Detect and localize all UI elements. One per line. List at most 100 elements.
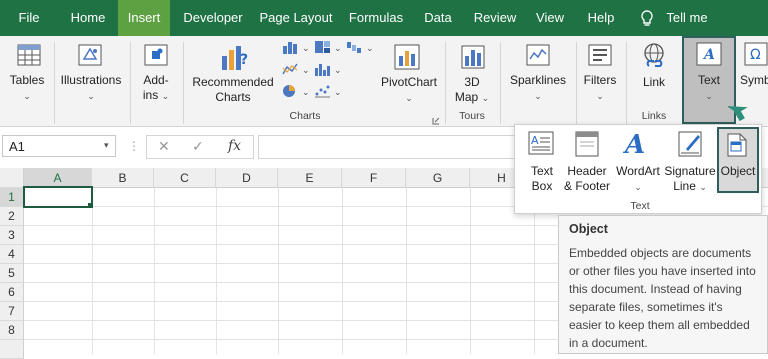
signature-line-button[interactable]: Signature Line ⌄: [662, 164, 718, 195]
separator: [576, 42, 577, 124]
table-icon: [17, 44, 41, 71]
name-box-dropdown-icon[interactable]: ▾: [104, 140, 109, 151]
svg-text:⌄: ⌄: [302, 43, 310, 53]
tooltip-title: Object: [569, 222, 608, 236]
grid-line: [92, 188, 93, 354]
tab-developer[interactable]: Developer: [178, 0, 248, 36]
text-box-icon: A: [528, 131, 554, 160]
wordart-button[interactable]: WordArt ⌄: [614, 164, 662, 195]
tab-formulas[interactable]: Formulas: [342, 0, 410, 36]
row-header-3[interactable]: 3: [0, 226, 24, 245]
separator: [500, 42, 501, 124]
header-footer-button[interactable]: Header & Footer: [562, 164, 612, 194]
tables-button[interactable]: Tables ⌄: [4, 73, 50, 104]
grid-line: [342, 188, 343, 354]
tab-review[interactable]: Review: [470, 0, 520, 36]
text-box-button[interactable]: Text Box: [520, 164, 564, 194]
grid-line: [154, 188, 155, 354]
formula-input[interactable]: [258, 135, 520, 159]
tab-insert[interactable]: Insert: [118, 0, 170, 36]
row-header-7[interactable]: 7: [0, 302, 24, 321]
column-chart-icon[interactable]: ⌄: [282, 40, 312, 59]
text-group-label: Text: [630, 200, 650, 212]
grid-line: [278, 188, 279, 354]
lightbulb-icon: [640, 10, 654, 33]
column-header-e[interactable]: E: [278, 168, 342, 188]
tab-data[interactable]: Data: [418, 0, 458, 36]
header-footer-icon: [575, 131, 599, 162]
column-header-f[interactable]: F: [342, 168, 406, 188]
separator: [130, 42, 131, 124]
charts-group-label: Charts: [289, 110, 321, 122]
active-cell-a1[interactable]: [23, 186, 93, 208]
row-header-4[interactable]: 4: [0, 245, 24, 264]
pie-chart-icon[interactable]: ⌄: [282, 84, 312, 103]
tab-home[interactable]: Home: [64, 0, 112, 36]
dialog-launcher-icon[interactable]: [432, 112, 440, 130]
grid-line: [470, 188, 471, 354]
svg-text:A: A: [623, 130, 645, 157]
row-header-8[interactable]: 8: [0, 321, 24, 340]
object-icon: [726, 133, 748, 162]
column-header-a[interactable]: A: [24, 168, 92, 188]
links-group-label: Links: [641, 110, 667, 122]
add-ins-button[interactable]: Add-ins ⌄: [136, 73, 176, 104]
svg-text:⌄: ⌄: [302, 87, 310, 97]
svg-text:⌄: ⌄: [334, 65, 342, 75]
fill-handle[interactable]: [88, 203, 93, 208]
globe-map-icon: [460, 44, 486, 75]
object-tooltip: Object Embedded objects are documents or…: [558, 215, 768, 354]
name-box[interactable]: A1: [2, 135, 116, 157]
illustrations-button[interactable]: Illustrations ⌄: [58, 73, 124, 104]
svg-text:Ω: Ω: [750, 47, 761, 63]
hierarchy-chart-icon[interactable]: ⌄: [314, 40, 344, 59]
scatter-chart-icon[interactable]: ⌄: [314, 84, 344, 103]
column-header-b[interactable]: B: [92, 168, 154, 188]
row-header-9: [0, 340, 24, 359]
tab-file[interactable]: File: [8, 0, 50, 36]
waterfall-chart-icon[interactable]: ⌄: [346, 40, 376, 59]
pointer-arrow-icon: [726, 98, 750, 127]
tab-view[interactable]: View: [532, 0, 568, 36]
filters-button[interactable]: Filters ⌄: [580, 73, 620, 104]
separator: [54, 42, 55, 124]
pivotchart-button[interactable]: PivotChart ⌄: [378, 75, 440, 106]
tab-page-layout[interactable]: Page Layout: [258, 0, 334, 36]
recommended-charts-icon: ?: [220, 42, 250, 77]
add-ins-icon: [144, 44, 168, 71]
statistic-chart-icon[interactable]: ⌄: [314, 62, 344, 81]
row-header-5[interactable]: 5: [0, 264, 24, 283]
wordart-icon: A: [622, 129, 647, 162]
tab-help[interactable]: Help: [580, 0, 622, 36]
row-header-2[interactable]: 2: [0, 207, 24, 226]
column-header-d[interactable]: D: [216, 168, 278, 188]
select-all-corner[interactable]: [0, 168, 24, 188]
svg-text:⌄: ⌄: [302, 65, 310, 75]
separator: [183, 42, 184, 124]
vertical-dots-icon: ⋮: [128, 139, 140, 153]
symbols-button[interactable]: Symb: [740, 73, 768, 88]
tours-group-label: Tours: [459, 110, 485, 122]
column-header-g[interactable]: G: [406, 168, 470, 188]
link-button[interactable]: Link: [634, 75, 674, 90]
enter-icon[interactable]: ✓: [192, 138, 204, 155]
line-chart-icon[interactable]: ⌄: [282, 62, 312, 81]
cancel-icon[interactable]: ✕: [158, 138, 170, 155]
signature-line-icon: [678, 131, 702, 162]
row-header-6[interactable]: 6: [0, 283, 24, 302]
insert-function-icon[interactable]: fx: [228, 138, 241, 154]
text-button-label: Text ⌄: [697, 73, 720, 101]
tell-me-search[interactable]: Tell me: [662, 0, 712, 36]
svg-text:A: A: [531, 134, 539, 147]
column-header-c[interactable]: C: [154, 168, 216, 188]
svg-text:⌄: ⌄: [334, 87, 342, 97]
row-header-1[interactable]: 1: [0, 188, 24, 207]
sparklines-button[interactable]: Sparklines ⌄: [504, 73, 572, 104]
grid-line: [216, 188, 217, 354]
separator: [626, 42, 627, 124]
3d-map-button[interactable]: 3D Map ⌄: [450, 75, 494, 106]
grid-line: [406, 188, 407, 354]
recommended-charts-button[interactable]: Recommended Charts: [190, 75, 276, 105]
tooltip-body: Embedded objects are documents or other …: [569, 246, 756, 350]
svg-text:?: ?: [240, 52, 248, 68]
